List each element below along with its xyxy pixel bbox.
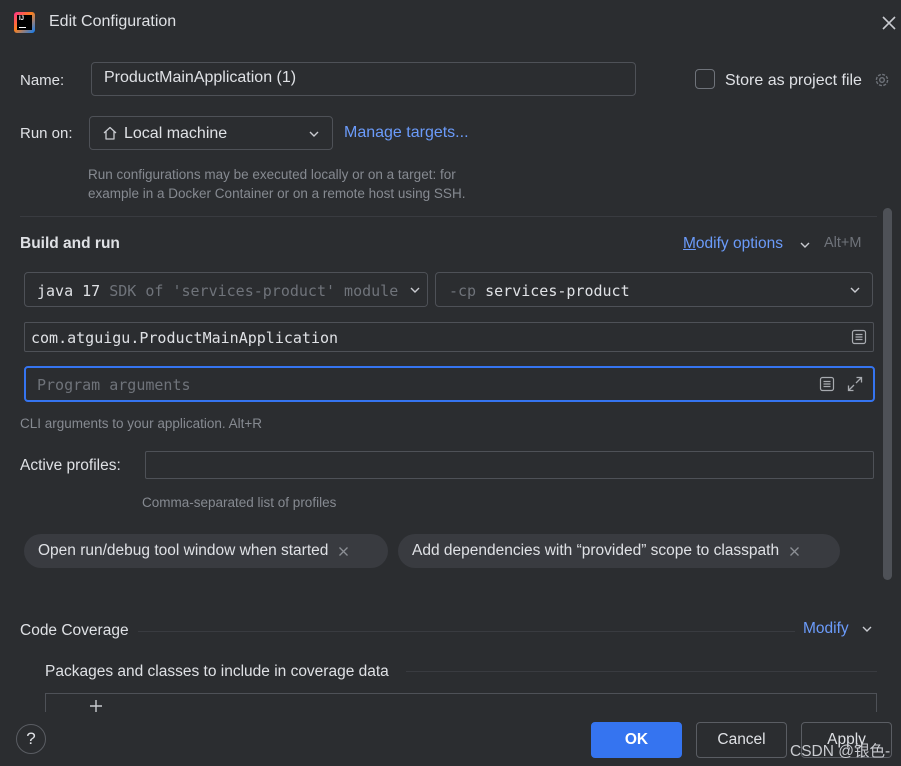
chevron-down-icon[interactable] <box>799 239 811 251</box>
store-as-project-file-checkbox[interactable] <box>695 69 715 89</box>
run-on-value: Local machine <box>124 125 228 142</box>
code-coverage-modify-link[interactable]: Modify <box>803 620 849 638</box>
vertical-scrollbar[interactable] <box>883 208 892 580</box>
chevron-down-icon <box>850 287 860 293</box>
chevron-down-icon <box>309 131 319 137</box>
program-arguments-help: CLI arguments to your application. Alt+R <box>20 416 263 431</box>
coverage-packages-title: Packages and classes to include in cover… <box>45 663 389 680</box>
close-icon[interactable] <box>880 14 898 32</box>
classpath-module: services-product <box>485 282 630 300</box>
active-profiles-input[interactable] <box>152 456 862 474</box>
ok-button[interactable]: OK <box>591 722 682 758</box>
classpath-value: -cp services-product <box>449 282 630 300</box>
classpath-module-select[interactable]: -cp services-product <box>435 272 873 307</box>
build-and-run-title: Build and run <box>20 235 120 252</box>
jdk-version: java 17 <box>37 282 101 300</box>
window-title: Edit Configuration <box>49 13 177 30</box>
code-coverage-divider <box>138 631 795 632</box>
active-profiles-label: Active profiles: <box>20 457 121 474</box>
program-arguments-input[interactable] <box>37 375 807 395</box>
browse-list-icon[interactable] <box>819 376 835 392</box>
section-divider <box>20 216 877 217</box>
modify-options-mnemonic: M <box>683 235 696 252</box>
help-button[interactable]: ? <box>16 724 46 754</box>
modify-options-link[interactable]: Modify options <box>683 235 783 253</box>
run-on-label: Run on: <box>20 125 73 142</box>
csdn-watermark: CSDN @银色- <box>790 743 891 760</box>
jdk-description: SDK of 'services-product' module <box>100 282 399 300</box>
chevron-down-icon[interactable] <box>861 623 873 635</box>
code-coverage-title: Code Coverage <box>20 622 129 639</box>
expand-icon[interactable] <box>846 375 864 393</box>
cancel-button[interactable]: Cancel <box>696 722 787 758</box>
option-chip-label: Add dependencies with “provided” scope t… <box>412 542 780 559</box>
run-on-help-text: Run configurations may be executed local… <box>88 167 466 201</box>
gear-icon[interactable] <box>873 71 891 89</box>
remove-option-icon[interactable] <box>789 546 800 557</box>
coverage-packages-divider <box>406 671 877 672</box>
run-on-select[interactable]: Local machine <box>89 116 333 150</box>
main-class-value: com.atguigu.ProductMainApplication <box>31 329 339 347</box>
intellij-logo-icon: IJ <box>14 12 35 33</box>
name-input[interactable]: ProductMainApplication (1) <box>91 62 636 96</box>
jdk-select[interactable]: java 17 SDK of 'services-product' module <box>24 272 428 307</box>
store-as-project-file-label[interactable]: Store as project file <box>725 72 862 90</box>
remove-option-icon[interactable] <box>338 546 349 557</box>
main-class-field[interactable]: com.atguigu.ProductMainApplication <box>24 322 874 352</box>
program-arguments-field[interactable] <box>24 366 875 402</box>
browse-list-icon[interactable] <box>851 329 867 345</box>
jdk-value: java 17 SDK of 'services-product' module <box>37 282 398 300</box>
active-profiles-help: Comma-separated list of profiles <box>142 495 337 510</box>
option-chip[interactable]: Add dependencies with “provided” scope t… <box>398 534 840 568</box>
modify-options-rest: odify options <box>695 235 783 252</box>
chevron-down-icon <box>410 287 420 293</box>
home-icon <box>103 126 117 140</box>
manage-targets-link[interactable]: Manage targets... <box>344 124 469 142</box>
name-label: Name: <box>20 72 65 89</box>
modify-options-shortcut: Alt+M <box>824 235 862 251</box>
active-profiles-field[interactable] <box>145 451 874 479</box>
classpath-flag: -cp <box>449 282 486 300</box>
option-chip-label: Open run/debug tool window when started <box>38 542 329 559</box>
option-chip[interactable]: Open run/debug tool window when started <box>24 534 388 568</box>
